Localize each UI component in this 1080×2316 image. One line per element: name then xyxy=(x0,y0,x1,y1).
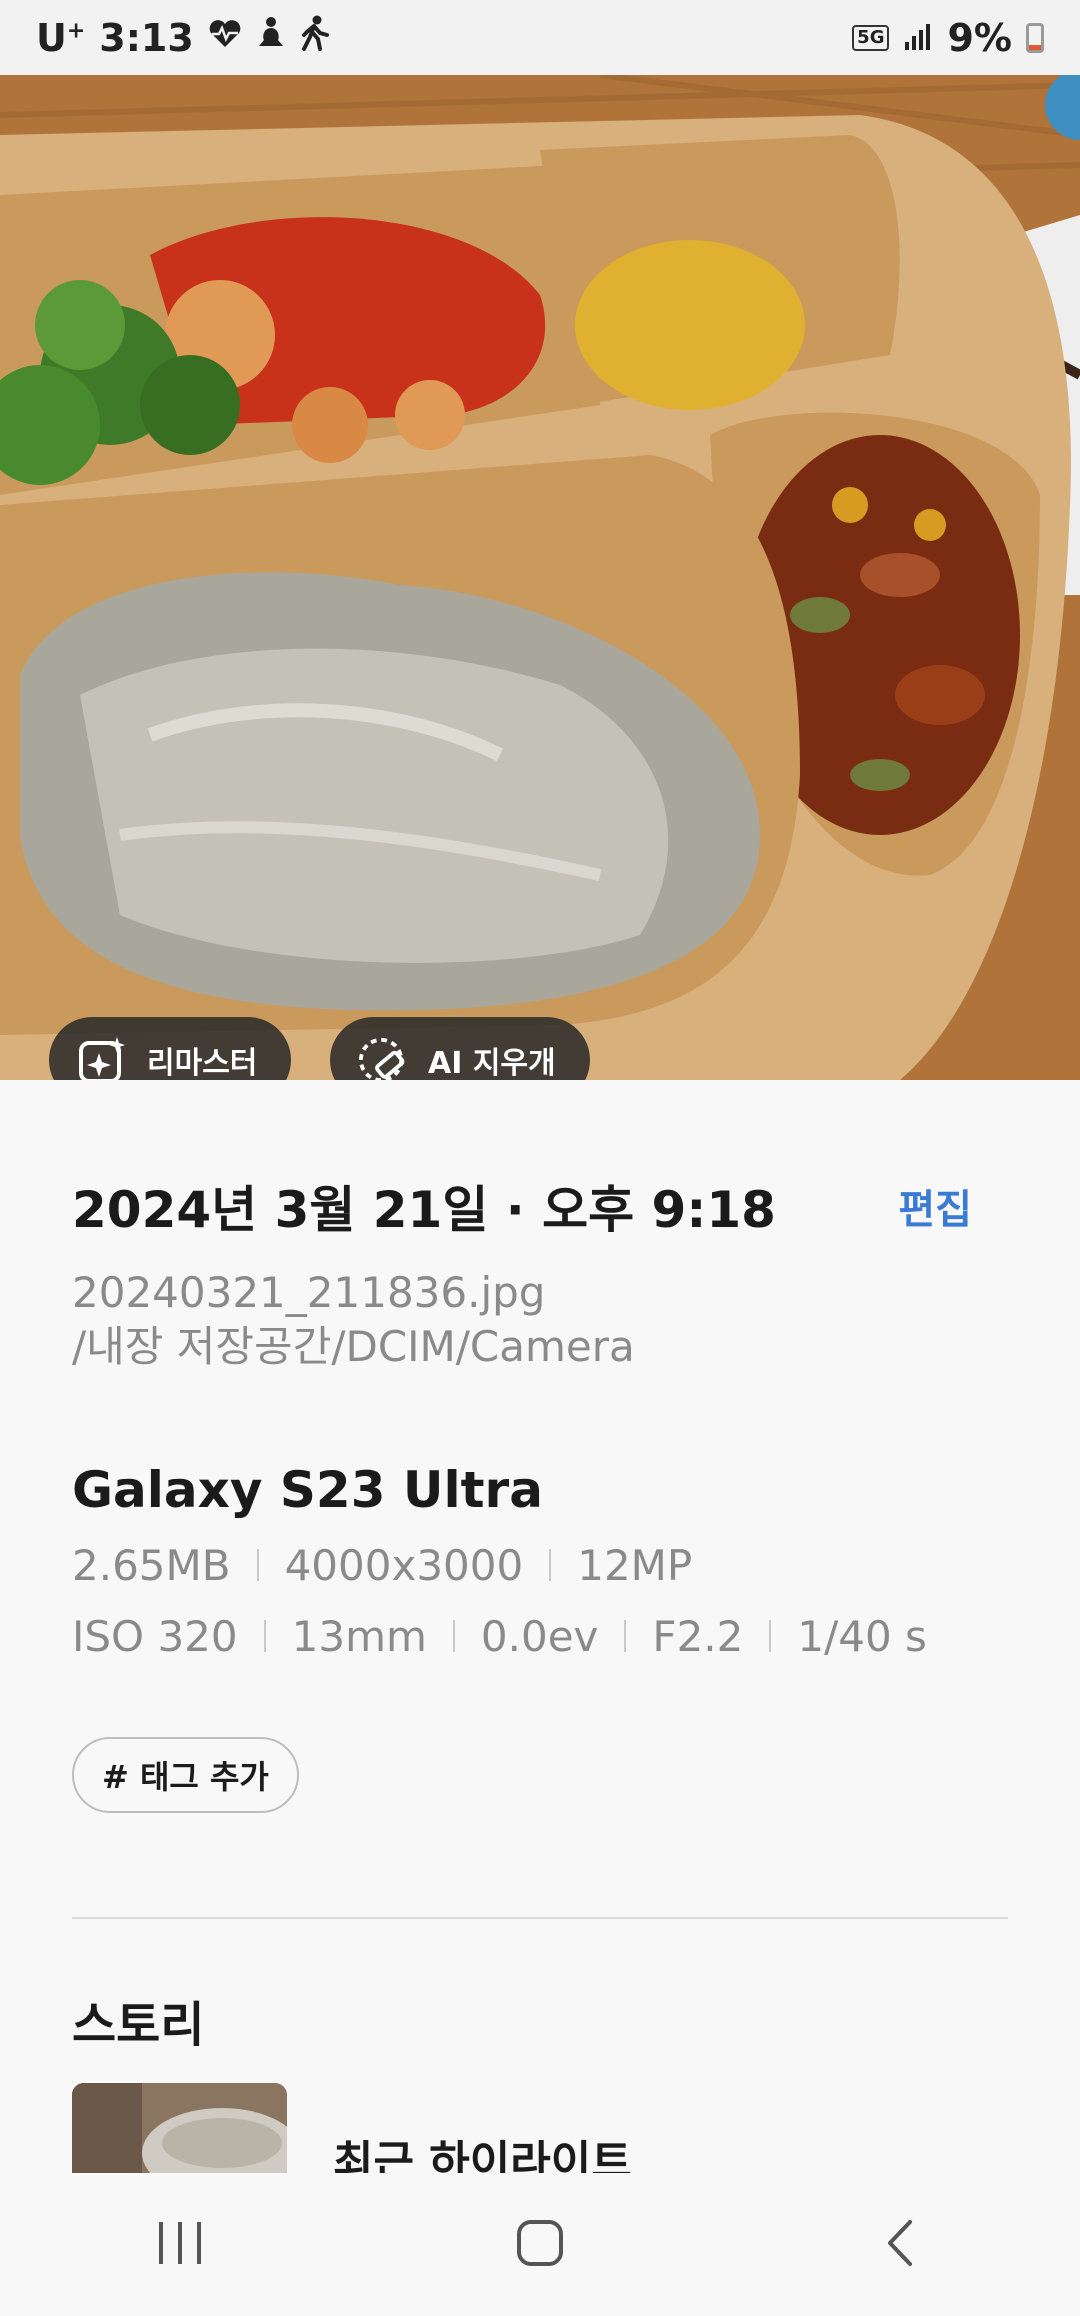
status-bar: U+ 3:13 5G 9% xyxy=(0,0,1080,75)
recent-apps-icon xyxy=(155,2220,205,2270)
story-thumbnail[interactable] xyxy=(72,2083,287,2173)
aperture: F2.2 xyxy=(652,1611,744,1661)
meditation-icon xyxy=(256,16,286,59)
food-photo-image xyxy=(0,75,1080,1080)
back-icon xyxy=(880,2218,920,2272)
navigation-bar xyxy=(0,2173,1080,2316)
status-left: U+ 3:13 xyxy=(36,15,852,60)
focal-length: 13mm xyxy=(291,1611,427,1661)
resolution: 4000x3000 xyxy=(284,1540,524,1590)
recent-apps-button[interactable] xyxy=(120,2195,240,2295)
shutter-speed: 1/40 s xyxy=(797,1611,927,1661)
home-icon xyxy=(515,2218,565,2272)
section-divider xyxy=(72,1917,1008,1919)
file-name: 20240321_211836.jpg xyxy=(72,1268,546,1317)
story-item-label[interactable]: 최근 하이라이트 xyxy=(333,2133,632,2173)
signal-icon xyxy=(903,22,933,54)
add-tag-button[interactable]: # 태그 추가 xyxy=(72,1736,299,1813)
iso-value: ISO 320 xyxy=(72,1611,238,1661)
walking-icon xyxy=(300,15,330,60)
photo-viewer[interactable]: 리마스터 AI 지우개 xyxy=(0,75,1080,1080)
exposure-value: 0.0ev xyxy=(480,1611,599,1661)
spec-row-camera: ISO 320 13mm 0.0ev F2.2 1/40 s xyxy=(72,1612,1008,1661)
back-button[interactable] xyxy=(840,2195,960,2295)
ai-eraser-button[interactable]: AI 지우개 xyxy=(330,1017,590,1080)
edit-button[interactable]: 편집 xyxy=(898,1177,972,1235)
home-button[interactable] xyxy=(480,2195,600,2295)
remaster-button[interactable]: 리마스터 xyxy=(49,1017,292,1080)
carrier-label: U+ xyxy=(36,15,86,60)
photo-details: 2024년 3월 21일 · 오후 9:18 편집 20240321_21183… xyxy=(72,1170,1008,1813)
heart-pulse-icon xyxy=(208,18,242,58)
date-row: 2024년 3월 21일 · 오후 9:18 편집 xyxy=(72,1170,1008,1242)
battery-percent: 9% xyxy=(947,15,1012,60)
photo-date: 2024년 3월 21일 · 오후 9:18 xyxy=(72,1181,776,1239)
ai-eraser-label: AI 지우개 xyxy=(428,1046,556,1080)
remaster-label: 리마스터 xyxy=(147,1046,258,1080)
megapixels: 12MP xyxy=(577,1540,693,1590)
file-size: 2.65MB xyxy=(72,1540,231,1590)
status-time: 3:13 xyxy=(99,15,194,60)
file-path[interactable]: /내장 저장공간/DCIM/Camera xyxy=(72,1322,1008,1372)
add-tag-label: # 태그 추가 xyxy=(102,1757,269,1796)
device-name: Galaxy S23 Ultra xyxy=(72,1460,543,1519)
status-right: 5G 9% xyxy=(852,16,1044,60)
battery-icon xyxy=(1026,22,1044,53)
eraser-icon xyxy=(358,1035,408,1080)
spec-row-file: 2.65MB 4000x3000 12MP xyxy=(72,1541,1008,1590)
sparkle-photo-icon xyxy=(77,1035,127,1080)
network-badge: 5G xyxy=(852,24,890,51)
story-section-title: 스토리 xyxy=(72,1997,205,2053)
